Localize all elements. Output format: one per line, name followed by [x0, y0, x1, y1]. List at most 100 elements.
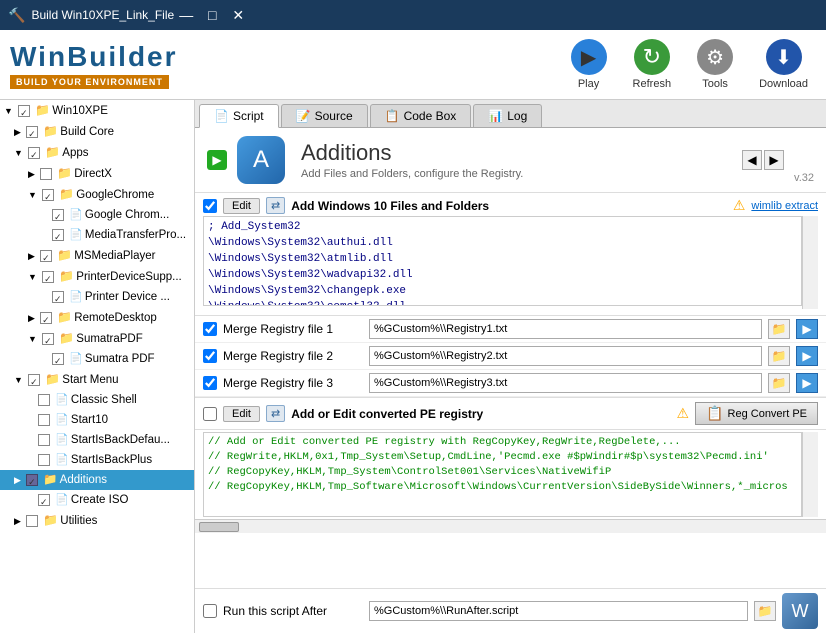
play-icon: ▶ [571, 39, 607, 75]
tree-item-googlechrome[interactable]: ▼ 📁GoogleChrome [0, 184, 194, 205]
tree-item-remotedesktop[interactable]: ▶ 📁RemoteDesktop [0, 307, 194, 328]
pe-reg-warning-icon: ⚠ [677, 405, 690, 422]
merge-registry-row-2: Merge Registry file 2 📁 ▶ [195, 343, 826, 370]
merge-reg3-label: Merge Registry file 3 [223, 376, 363, 390]
refresh-button[interactable]: ↻ Refresh [625, 35, 680, 94]
tree-item-startisbackplus[interactable]: 📄StartIsBackPlus [0, 450, 194, 470]
left-panel: ▼ 📁Win10XPE ▶ 📁Build Core ▼ 📁Apps ▶ 📁Dir… [0, 100, 195, 633]
tab-source[interactable]: 📝 Source [281, 104, 368, 127]
download-icon: ⬇ [766, 39, 802, 75]
title-bar: 🔨 Build Win10XPE_Link_File — □ ✕ [0, 0, 826, 30]
pe-reg-scrollbar[interactable] [802, 432, 818, 517]
download-button[interactable]: ⬇ Download [751, 35, 816, 94]
play-small-icon: ▶ [207, 150, 227, 170]
tree-item-googlechrome-file[interactable]: 📄Google Chrom... [0, 205, 194, 225]
add-files-section: Edit ⇄ Add Windows 10 Files and Folders … [195, 193, 826, 316]
tree-item-startisbackdefault[interactable]: 📄StartIsBackDefau... [0, 430, 194, 450]
section-icon: A [237, 136, 285, 184]
add-files-warning-icon: ⚠ [733, 197, 746, 214]
pe-reg-h-scrollbar[interactable] [195, 519, 826, 533]
pe-reg-edit-button[interactable]: Edit [223, 406, 260, 422]
tree-item-start10[interactable]: 📄Start10 [0, 410, 194, 430]
tab-source-icon: 📝 [296, 109, 311, 123]
tree-item-directx[interactable]: ▶ 📁DirectX [0, 163, 194, 184]
section-header: ▶ A Additions Add Files and Folders, con… [195, 128, 826, 193]
merge-registry-row-1: Merge Registry file 1 📁 ▶ [195, 316, 826, 343]
tab-script[interactable]: 📄 Script [199, 104, 279, 128]
play-button[interactable]: ▶ Play [563, 35, 615, 94]
merge-reg3-arrow-icon[interactable]: ▶ [796, 373, 818, 393]
tree-item-utilities[interactable]: ▶ 📁Utilities [0, 510, 194, 531]
tree-item-mediatransfer[interactable]: 📄MediaTransferPro... [0, 225, 194, 245]
tree-item-apps[interactable]: ▼ 📁Apps [0, 142, 194, 163]
tab-codebox-icon: 📋 [385, 109, 400, 123]
add-files-edit-button[interactable]: Edit [223, 198, 260, 214]
tools-button[interactable]: ⚙ Tools [689, 35, 741, 94]
merge-reg1-label: Merge Registry file 1 [223, 322, 363, 336]
add-files-checkbox[interactable] [203, 199, 217, 213]
add-files-header: Edit ⇄ Add Windows 10 Files and Folders … [203, 197, 818, 214]
merge-reg1-checkbox[interactable] [203, 322, 217, 336]
section-description: Add Files and Folders, configure the Reg… [301, 168, 523, 180]
tree-item-additions[interactable]: ▶ 📁Additions [0, 470, 194, 490]
merge-reg2-folder-icon[interactable]: 📁 [768, 346, 790, 366]
run-script-checkbox[interactable] [203, 604, 217, 618]
body: ▼ 📁Win10XPE ▶ 📁Build Core ▼ 📁Apps ▶ 📁Dir… [0, 100, 826, 633]
prev-arrow[interactable]: ◀ [742, 150, 762, 170]
reg-convert-button[interactable]: 📋 Reg Convert PE [695, 402, 818, 425]
tree-item-printerdevice[interactable]: ▼ 📁PrinterDeviceSupp... [0, 266, 194, 287]
merge-reg2-input[interactable] [369, 346, 762, 366]
run-script-folder-icon[interactable]: 📁 [754, 601, 776, 621]
nav-arrows: ◀ ▶ [742, 150, 784, 170]
tree-item-startmenu[interactable]: ▼ 📁Start Menu [0, 369, 194, 390]
tree-item-buildcore[interactable]: ▶ 📁Build Core [0, 121, 194, 142]
tools-icon: ⚙ [697, 39, 733, 75]
window-controls: — □ ✕ [174, 3, 250, 27]
merge-reg3-folder-icon[interactable]: 📁 [768, 373, 790, 393]
tree-item-printer-file[interactable]: 📄Printer Device ... [0, 287, 194, 307]
maximize-button[interactable]: □ [200, 3, 224, 27]
app-container: WinBuilder BUILD YOUR ENVIRONMENT ▶ Play… [0, 30, 826, 633]
toolbar: ▶ Play ↻ Refresh ⚙ Tools ⬇ Download [563, 35, 816, 94]
tree-item-sumatrapdf[interactable]: ▼ 📁SumatraPDF [0, 328, 194, 349]
right-panel: 📄 Script 📝 Source 📋 Code Box 📊 Log [195, 100, 826, 633]
tab-log[interactable]: 📊 Log [473, 104, 542, 127]
merge-reg1-arrow-icon[interactable]: ▶ [796, 319, 818, 339]
merge-reg3-input[interactable] [369, 373, 762, 393]
pe-registry-section: Edit ⇄ Add or Edit converted PE registry… [195, 397, 826, 533]
content-area: ▶ A Additions Add Files and Folders, con… [195, 128, 826, 633]
run-script-badge-icon: W [782, 593, 818, 629]
add-files-code[interactable]: ; Add_System32 \Windows\System32\authui.… [203, 216, 802, 306]
tree-item-createiso[interactable]: 📄Create ISO [0, 490, 194, 510]
add-files-scrollbar[interactable] [802, 216, 818, 309]
tabs-bar: 📄 Script 📝 Source 📋 Code Box 📊 Log [195, 100, 826, 128]
pe-reg-checkbox[interactable] [203, 407, 217, 421]
pe-registry-code[interactable]: // Add or Edit converted PE registry wit… [203, 432, 802, 517]
run-script-input[interactable] [369, 601, 748, 621]
minimize-button[interactable]: — [174, 3, 198, 27]
merge-reg2-checkbox[interactable] [203, 349, 217, 363]
tree-item-sumatra-file[interactable]: 📄Sumatra PDF [0, 349, 194, 369]
close-button[interactable]: ✕ [226, 3, 250, 27]
tree-item-classicshell[interactable]: 📄Classic Shell [0, 390, 194, 410]
merge-registry-row-3: Merge Registry file 3 📁 ▶ [195, 370, 826, 397]
add-files-arrow-button[interactable]: ⇄ [266, 197, 285, 214]
next-arrow[interactable]: ▶ [764, 150, 784, 170]
wimlib-link[interactable]: wimlib extract [751, 200, 818, 212]
merge-registry-rows: Merge Registry file 1 📁 ▶ Merge Registry… [195, 316, 826, 397]
merge-reg1-folder-icon[interactable]: 📁 [768, 319, 790, 339]
add-files-title: Add Windows 10 Files and Folders [291, 199, 727, 213]
pe-reg-arrow-button[interactable]: ⇄ [266, 405, 285, 422]
merge-reg3-checkbox[interactable] [203, 376, 217, 390]
tree-item-msmediaplayer[interactable]: ▶ 📁MSMediaPlayer [0, 245, 194, 266]
run-script-label: Run this script After [223, 604, 363, 618]
tab-script-icon: 📄 [214, 109, 229, 123]
tab-codebox[interactable]: 📋 Code Box [370, 104, 472, 127]
merge-reg2-label: Merge Registry file 2 [223, 349, 363, 363]
merge-reg1-input[interactable] [369, 319, 762, 339]
refresh-icon: ↻ [634, 39, 670, 75]
tree-item-win10xpe[interactable]: ▼ 📁Win10XPE [0, 100, 194, 121]
logo-area: WinBuilder BUILD YOUR ENVIRONMENT [10, 41, 563, 89]
version-badge: v.32 [794, 172, 814, 184]
merge-reg2-arrow-icon[interactable]: ▶ [796, 346, 818, 366]
